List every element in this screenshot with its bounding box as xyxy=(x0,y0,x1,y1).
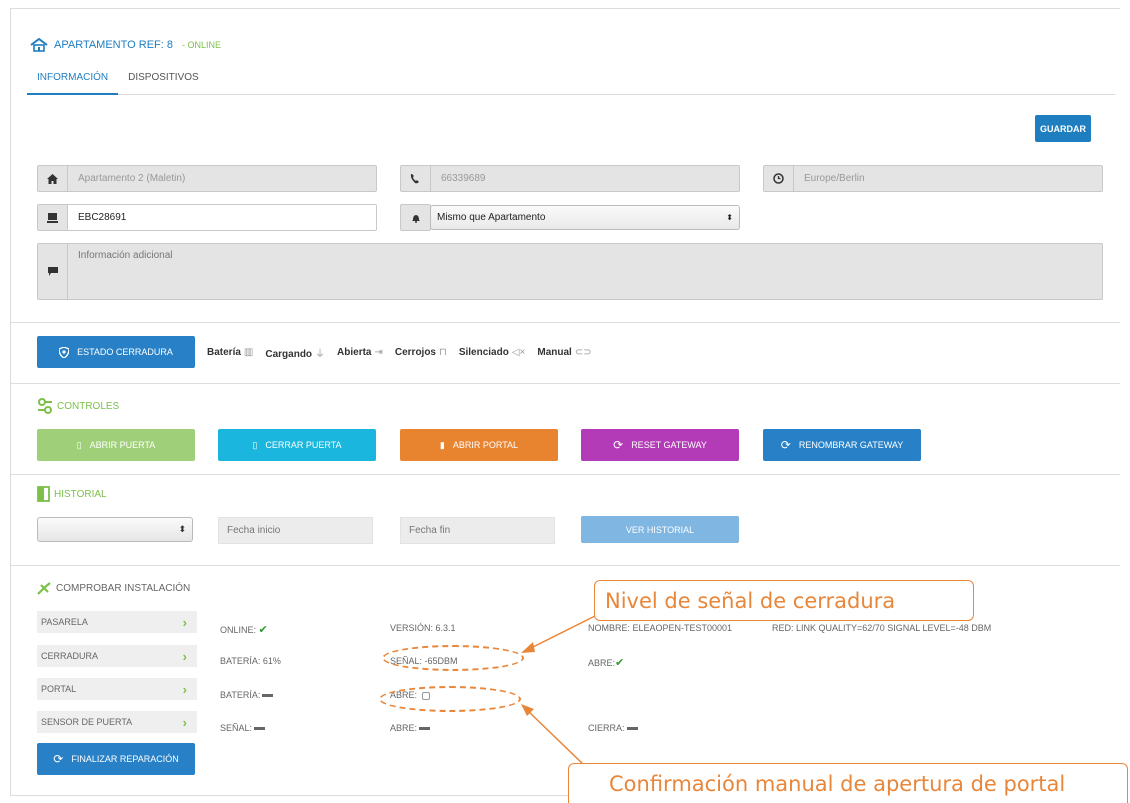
manual-annotation: Confirmación manual de apertura de porta… xyxy=(568,763,1128,803)
signal-annotation: Nivel de señal de cerradura xyxy=(594,580,974,621)
manual-open-highlight xyxy=(379,686,521,712)
signal-highlight xyxy=(382,645,524,671)
annotation-arrows xyxy=(521,615,596,767)
